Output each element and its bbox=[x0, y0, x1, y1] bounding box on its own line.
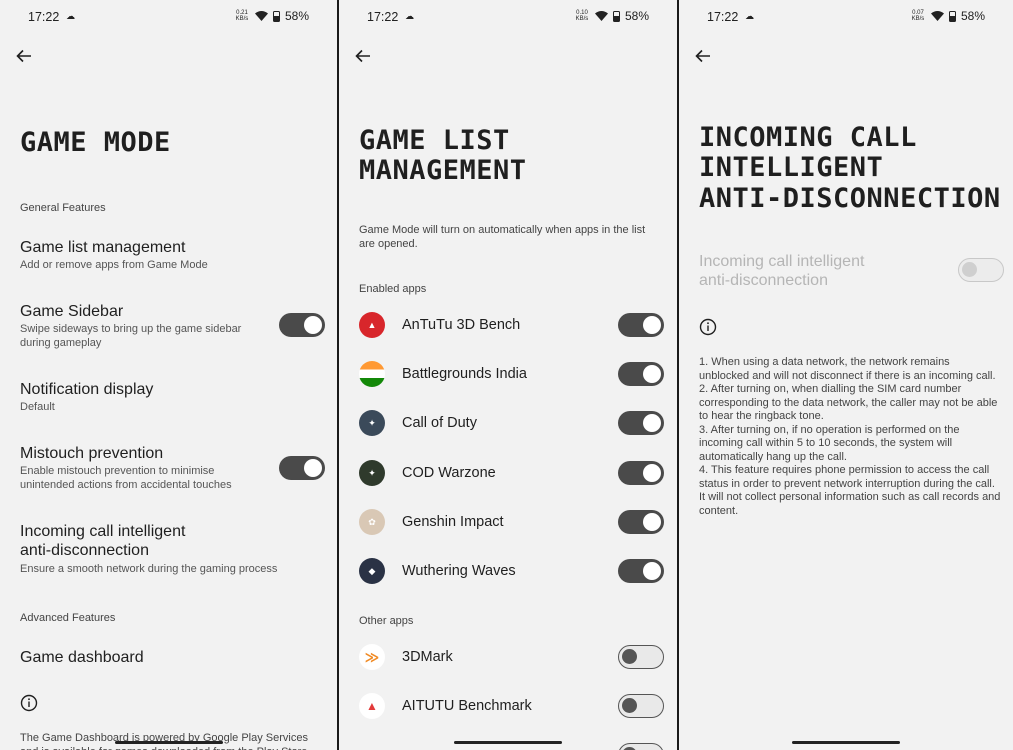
battery-percent: 58% bbox=[960, 9, 985, 23]
battlegrounds-toggle[interactable] bbox=[618, 362, 664, 386]
aitutu-toggle[interactable] bbox=[618, 694, 664, 718]
game-list-description: Game Mode will turn on automatically whe… bbox=[359, 224, 646, 250]
3dmark-toggle[interactable] bbox=[618, 645, 664, 669]
anti-disconnection-label: Incoming call intelligent anti-disconnec… bbox=[699, 253, 865, 289]
info-circle-icon bbox=[699, 318, 717, 336]
3dmark-app-icon: ≫ bbox=[359, 644, 385, 670]
setting-subtitle: Ensure a smooth network during the gamin… bbox=[20, 563, 278, 575]
app-name: Battlegrounds India bbox=[402, 366, 527, 382]
gesture-bar bbox=[454, 741, 562, 744]
genshin-impact-toggle[interactable] bbox=[618, 510, 664, 534]
next-app-toggle[interactable] bbox=[618, 743, 664, 750]
page-title-line1: INCOMING CALL bbox=[699, 122, 917, 153]
back-arrow-icon[interactable] bbox=[693, 46, 713, 66]
battery-icon bbox=[612, 10, 620, 22]
page-title-line2: INTELLIGENT bbox=[699, 152, 884, 183]
status-bar: 17:22 ☁ 0.10 KB/s 58% bbox=[339, 0, 677, 34]
setting-subtitle: Default bbox=[20, 401, 55, 413]
section-header-enabled: Enabled apps bbox=[359, 283, 427, 295]
cloud-icon: ☁ bbox=[745, 11, 754, 21]
setting-game-dashboard[interactable]: Game dashboard bbox=[20, 648, 144, 667]
cod-warzone-toggle[interactable] bbox=[618, 461, 664, 485]
network-speed: 0.07 KB/s bbox=[911, 10, 925, 22]
cod-warzone-app-icon: ✦ bbox=[359, 460, 385, 486]
section-header-advanced: Advanced Features bbox=[20, 612, 116, 624]
battlegrounds-app-icon bbox=[359, 361, 385, 387]
mistouch-prevention-toggle[interactable] bbox=[279, 456, 325, 480]
back-arrow-icon[interactable] bbox=[14, 46, 34, 66]
antutu-toggle[interactable] bbox=[618, 313, 664, 337]
section-header-general: General Features bbox=[20, 202, 106, 214]
antutu-app-icon: ▲ bbox=[359, 312, 385, 338]
status-time: 17:22 bbox=[367, 10, 399, 24]
app-name: Genshin Impact bbox=[402, 514, 504, 530]
setting-title: Game Sidebar bbox=[20, 303, 124, 320]
aitutu-app-icon: ▲ bbox=[359, 693, 385, 719]
app-name: COD Warzone bbox=[402, 465, 496, 481]
network-speed: 0.21 KB/s bbox=[235, 10, 249, 22]
battery-icon bbox=[948, 10, 956, 22]
status-time: 17:22 bbox=[28, 10, 60, 24]
genshin-impact-app-icon: ✿ bbox=[359, 509, 385, 535]
status-time: 17:22 bbox=[707, 10, 739, 24]
call-of-duty-app-icon: ✦ bbox=[359, 410, 385, 436]
wifi-icon bbox=[594, 11, 608, 21]
anti-disconnection-toggle[interactable] bbox=[958, 258, 1004, 282]
wuthering-waves-app-icon: ◆ bbox=[359, 558, 385, 584]
anti-disconnection-screen: 17:22 ☁ 0.07 KB/s 58% INCOMING CALL INTE… bbox=[679, 0, 1013, 750]
back-arrow-icon[interactable] bbox=[353, 46, 373, 66]
battery-percent: 58% bbox=[284, 9, 309, 23]
wifi-icon bbox=[930, 11, 944, 21]
call-of-duty-toggle[interactable] bbox=[618, 411, 664, 435]
network-speed: 0.10 KB/s bbox=[575, 10, 589, 22]
app-name: AnTuTu 3D Bench bbox=[402, 317, 521, 333]
game-mode-screen: 17:22 ☁ 0.21 KB/s 58% GAME MODE General … bbox=[0, 0, 337, 750]
setting-subtitle: Swipe sideways to bring up the game side… bbox=[20, 323, 242, 349]
status-bar: 17:22 ☁ 0.07 KB/s 58% bbox=[679, 0, 1013, 34]
game-list-management-screen: 17:22 ☁ 0.10 KB/s 58% GAME LIST MANAGEME… bbox=[339, 0, 677, 750]
setting-title: Incoming call intelligent anti-disconnec… bbox=[20, 523, 186, 559]
app-name: Call of Duty bbox=[402, 415, 477, 431]
setting-title: Notification display bbox=[20, 381, 154, 398]
page-title: GAME MODE bbox=[20, 127, 171, 158]
wifi-icon bbox=[254, 11, 268, 21]
cloud-icon: ☁ bbox=[66, 11, 75, 21]
battery-icon bbox=[272, 10, 280, 22]
page-title-line2: MANAGEMENT bbox=[359, 155, 527, 186]
setting-subtitle: Enable mistouch prevention to minimise u… bbox=[20, 465, 232, 491]
info-circle-icon bbox=[20, 694, 38, 712]
gesture-bar bbox=[792, 741, 900, 744]
setting-title: Game list management bbox=[20, 239, 186, 256]
app-name: Wuthering Waves bbox=[402, 563, 516, 579]
setting-subtitle: Add or remove apps from Game Mode bbox=[20, 259, 208, 271]
anti-disconnection-notes: 1. When using a data network, the networ… bbox=[699, 356, 1001, 517]
section-header-other: Other apps bbox=[359, 615, 414, 627]
battery-percent: 58% bbox=[624, 9, 649, 23]
wuthering-waves-toggle[interactable] bbox=[618, 559, 664, 583]
setting-title: Mistouch prevention bbox=[20, 445, 164, 462]
page-title-line1: GAME LIST bbox=[359, 125, 510, 156]
status-bar: 17:22 ☁ 0.21 KB/s 58% bbox=[0, 0, 337, 34]
app-name: AITUTU Benchmark bbox=[402, 698, 532, 714]
page-title-line3: ANTI-DISCONNECTION bbox=[699, 183, 1001, 214]
game-sidebar-toggle[interactable] bbox=[279, 313, 325, 337]
gesture-bar bbox=[114, 741, 223, 744]
cloud-icon: ☁ bbox=[405, 11, 414, 21]
app-name: 3DMark bbox=[402, 649, 453, 665]
